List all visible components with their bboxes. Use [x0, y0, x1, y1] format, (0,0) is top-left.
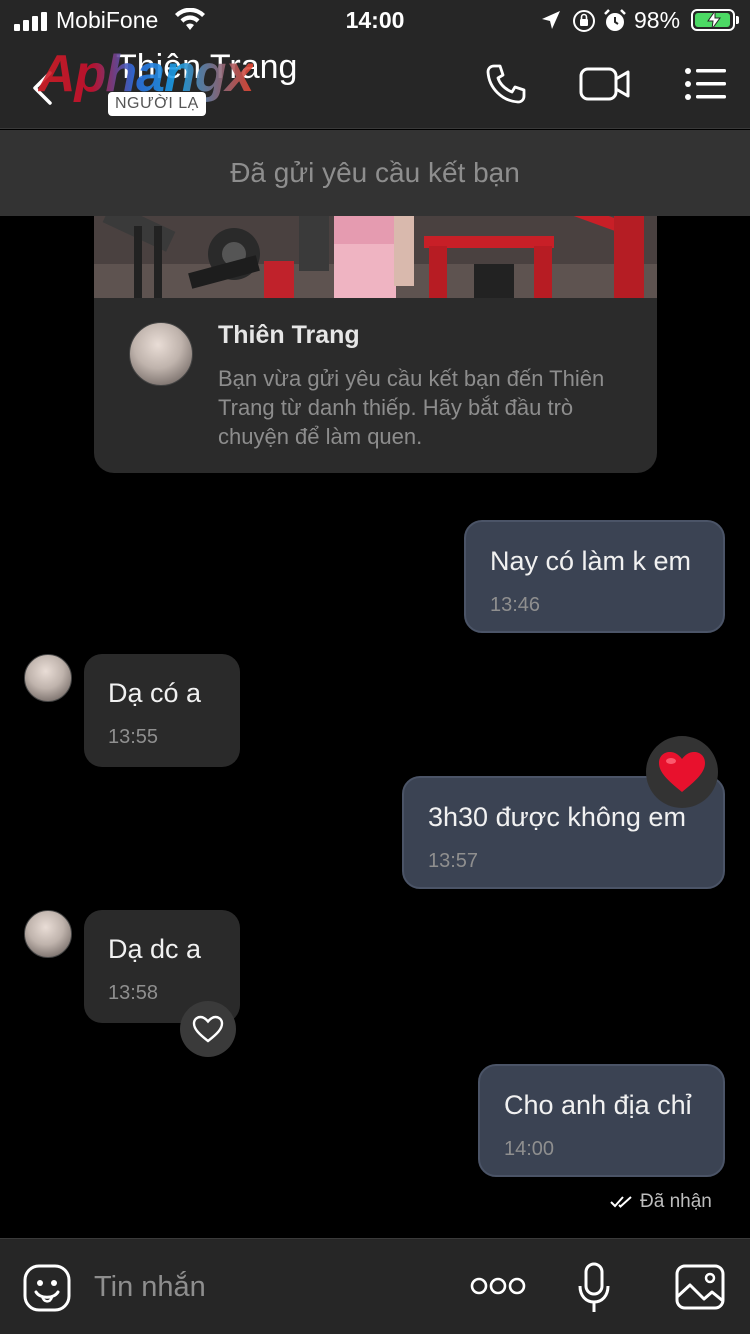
message-time: 14:00 — [504, 1138, 555, 1160]
charging-bolt-icon — [707, 11, 721, 29]
message-bubble-sent[interactable]: Nay có làm k em 13:46 — [464, 520, 725, 633]
location-arrow-icon — [542, 11, 560, 29]
message-input[interactable] — [94, 1267, 454, 1307]
battery-percentage: 98% — [634, 7, 681, 33]
sender-avatar[interactable] — [24, 654, 72, 702]
message-time: 13:57 — [428, 850, 479, 872]
heart-icon — [659, 752, 705, 792]
friend-request-banner: Đã gửi yêu cầu kết bạn — [0, 130, 750, 216]
message-bubble-received[interactable]: Dạ có a 13:55 — [84, 654, 240, 767]
more-icon[interactable] — [470, 1271, 526, 1301]
heart-outline-icon — [192, 1015, 224, 1043]
double-check-icon — [610, 1196, 632, 1208]
message-bubble-sent[interactable]: Cho anh địa chỉ 14:00 — [478, 1064, 725, 1177]
message-input-bar — [0, 1238, 750, 1334]
contact-avatar[interactable] — [129, 322, 193, 386]
alarm-clock-icon — [604, 9, 626, 31]
microphone-icon[interactable] — [576, 1261, 612, 1315]
sticker-icon[interactable] — [22, 1263, 72, 1313]
message-text: Dạ dc a — [108, 934, 202, 964]
chat-header: Thiên Trang Aphangx NGƯỜI LẠ — [0, 42, 750, 129]
phone-icon[interactable] — [484, 62, 528, 106]
sender-avatar[interactable] — [24, 910, 72, 958]
image-icon[interactable] — [674, 1263, 726, 1311]
message-text: Dạ có a — [108, 678, 202, 708]
react-button[interactable] — [180, 1001, 236, 1057]
orientation-lock-icon — [573, 10, 595, 32]
message-time: 13:55 — [108, 726, 159, 748]
delivery-status-text: Đã nhận — [640, 1191, 712, 1212]
message-text: Nay có làm k em — [490, 546, 692, 576]
stranger-badge: NGƯỜI LẠ — [108, 92, 206, 116]
contact-card[interactable]: Thiên Trang Bạn vừa gửi yêu cầu kết bạn … — [94, 216, 657, 473]
card-description: Bạn vừa gửi yêu cầu kết bạn đến Thiên Tr… — [218, 366, 605, 449]
message-text: 3h30 được không em — [428, 802, 686, 832]
delivery-status: Đã nhận — [610, 1191, 712, 1213]
message-time: 13:58 — [108, 982, 159, 1004]
chat-messages[interactable]: Thiên Trang Bạn vừa gửi yêu cầu kết bạn … — [0, 216, 750, 1238]
battery-icon — [691, 9, 739, 31]
message-text: Cho anh địa chỉ — [504, 1090, 692, 1120]
message-time: 13:46 — [490, 594, 541, 616]
menu-icon[interactable] — [684, 66, 728, 102]
status-bar: MobiFone 14:00 98% — [0, 0, 750, 42]
cover-photo — [94, 216, 657, 298]
video-camera-icon[interactable] — [578, 64, 632, 104]
card-contact-name[interactable]: Thiên Trang — [218, 321, 360, 350]
heart-reaction[interactable] — [646, 736, 718, 808]
friend-request-text: Đã gửi yêu cầu kết bạn — [230, 157, 520, 188]
